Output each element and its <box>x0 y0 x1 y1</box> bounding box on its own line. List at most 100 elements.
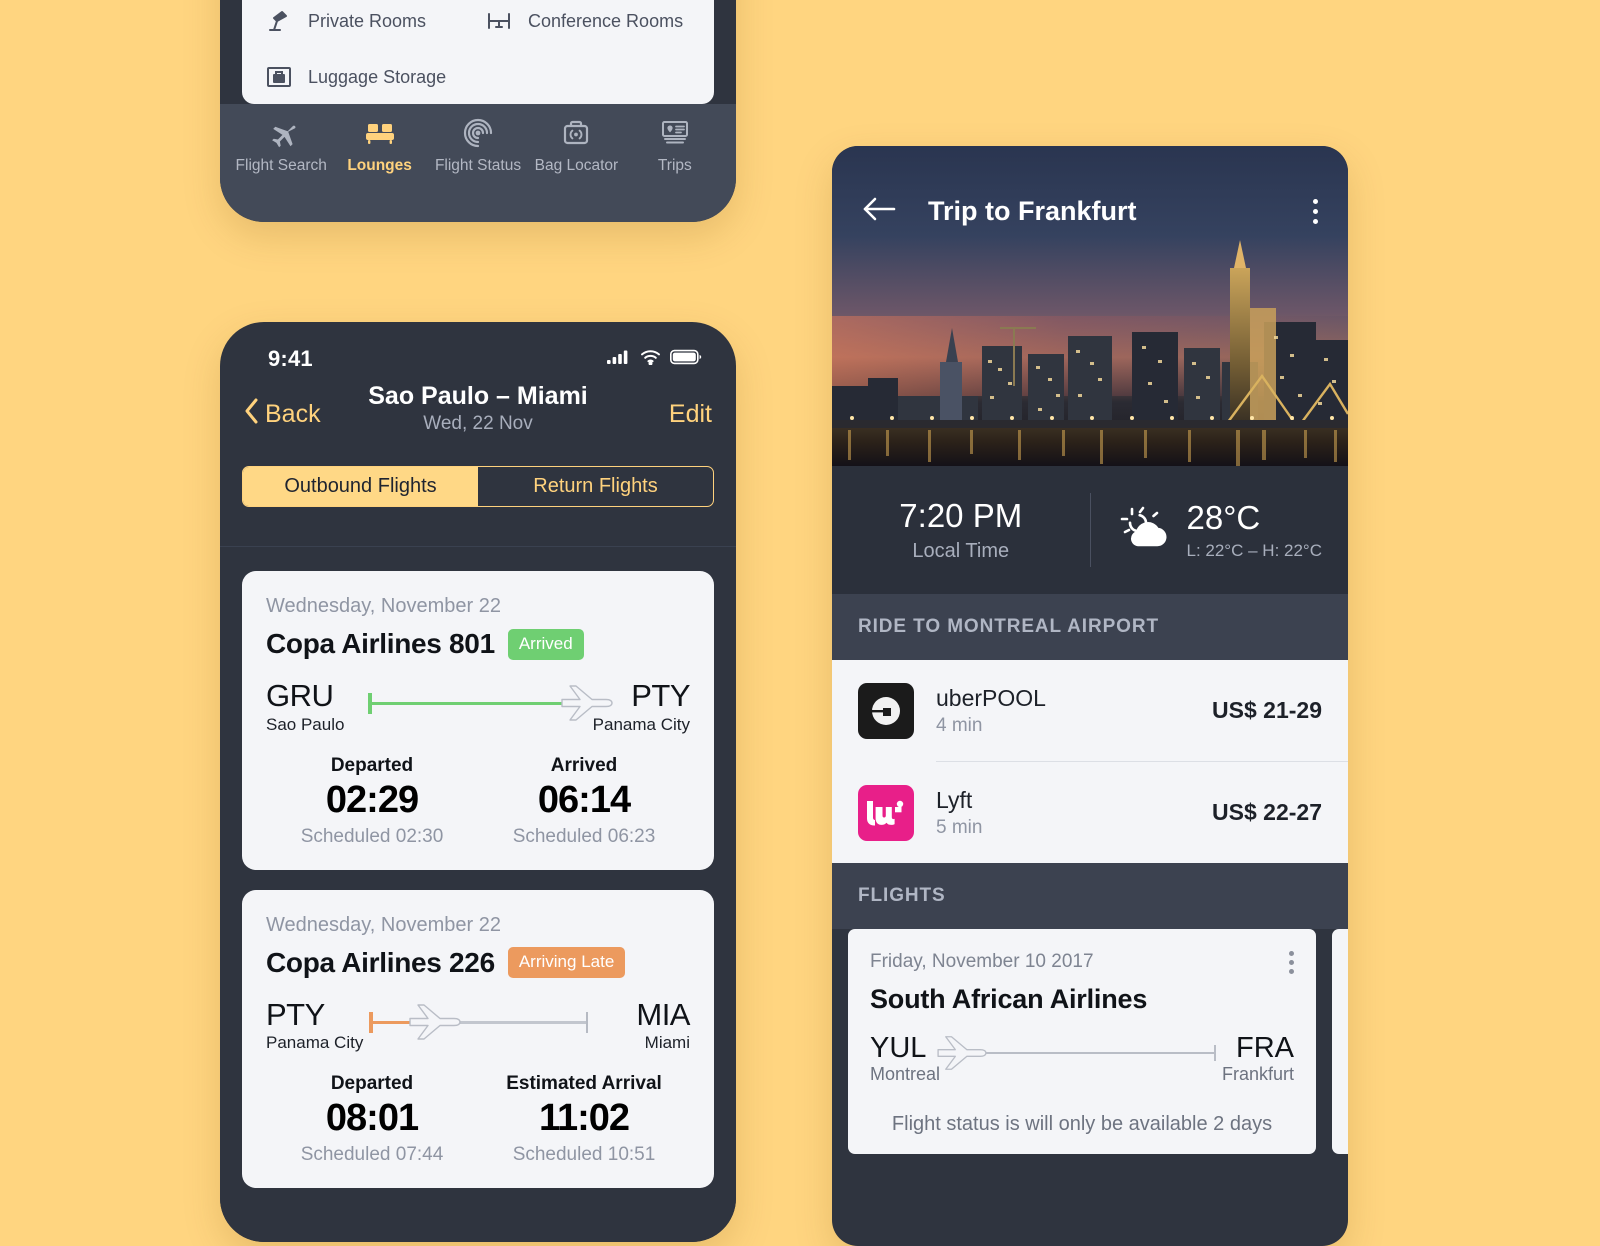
amenity-luggage-storage[interactable]: Luggage Storage <box>264 62 484 92</box>
arrival-time: 06:14 <box>537 778 631 821</box>
origin-code: YUL <box>870 1032 927 1064</box>
arrival-block: Arrived 06:14 Scheduled 06:23 <box>478 755 690 848</box>
trip-flight-card-carousel[interactable]: Friday, November 10 2017 South African A… <box>832 929 1348 1155</box>
plane-position-icon <box>408 999 462 1050</box>
amenity-conference-rooms[interactable]: Conference Rooms <box>484 6 704 36</box>
back-button[interactable]: Back <box>244 398 321 431</box>
tab-flight-search[interactable]: Flight Search <box>232 116 330 222</box>
route-progress-fill <box>368 702 587 705</box>
tab-label: Lounges <box>347 157 412 174</box>
segment-return-flights[interactable]: Return Flights <box>478 467 713 506</box>
trip-route-track <box>937 1033 1216 1073</box>
back-button-label: Back <box>265 399 321 428</box>
tab-flight-status[interactable]: Flight Status <box>429 116 527 222</box>
flight-number: Copa Airlines 801 <box>266 628 495 659</box>
status-bar-time: 9:41 <box>268 346 313 371</box>
destination-tick <box>1213 1045 1216 1061</box>
local-time-block: 7:20 PM Local Time <box>832 497 1090 563</box>
amenity-label: Luggage Storage <box>308 66 447 87</box>
ride-option-uberpool[interactable]: uberPOOL 4 min US$ 21-29 <box>832 660 1348 761</box>
temperature-value: 28°C <box>1186 499 1261 536</box>
weather-block: 28°C L: 22°C – H: 22°C <box>1091 499 1349 561</box>
trip-flight-card[interactable]: Friday, November 10 2017 South African A… <box>848 929 1316 1155</box>
departure-label: Departed <box>330 1073 414 1095</box>
weather-readout: 28°C L: 22°C – H: 22°C <box>1187 499 1323 561</box>
edit-button[interactable]: Edit <box>669 400 712 429</box>
destination-tick <box>586 1011 588 1033</box>
ride-options-list: uberPOOL 4 min US$ 21-29 Lyft 5 min US$ … <box>832 660 1348 863</box>
origin-code: PTY <box>266 996 325 1032</box>
departure-block: Departed 02:29 Scheduled 02:30 <box>266 755 478 848</box>
flight-status-note: Flight status is will only be available … <box>891 1113 1273 1136</box>
temperature-high-low: L: 22°C – H: 22°C <box>1186 541 1323 560</box>
arrival-label: Arrived <box>550 754 618 776</box>
arrival-scheduled: Scheduled 06:23 <box>512 825 656 847</box>
departure-block: Departed 08:01 Scheduled 07:44 <box>266 1073 478 1166</box>
lyft-logo-icon <box>858 784 914 841</box>
tab-label: Trips <box>657 157 692 174</box>
destination-code: FRA <box>1236 1032 1294 1064</box>
arrow-left-icon[interactable] <box>862 196 896 227</box>
desk-lamp-icon <box>264 6 294 36</box>
flight-times: Departed 08:01 Scheduled 07:44 Estimated… <box>266 1073 690 1166</box>
flight-card[interactable]: Wednesday, November 22 Copa Airlines 226… <box>242 889 714 1189</box>
flight-card-header: Copa Airlines 801 Arrived <box>266 628 690 660</box>
tab-label: Flight Status <box>434 157 522 174</box>
arrival-scheduled: Scheduled 10:51 <box>512 1144 656 1166</box>
origin-tick <box>369 1011 374 1033</box>
navigation-bar: Back Sao Paulo – Miami Wed, 22 Nov Edit <box>220 380 736 448</box>
route-origin: GRU Sao Paulo <box>266 678 362 735</box>
amenity-private-rooms[interactable]: Private Rooms <box>264 6 484 36</box>
flight-card-list[interactable]: Wednesday, November 22 Copa Airlines 801… <box>220 546 736 1242</box>
ride-section-header: RIDE TO MONTREAL AIRPORT <box>832 594 1348 660</box>
arrival-block: Estimated Arrival 11:02 Scheduled 10:51 <box>478 1073 690 1166</box>
kebab-menu-icon[interactable] <box>1289 951 1294 974</box>
uber-logo-icon <box>858 682 914 739</box>
flight-card-date: Wednesday, November 22 <box>266 913 501 936</box>
ride-option-lyft[interactable]: Lyft 5 min US$ 22-27 <box>832 762 1348 863</box>
luggage-icon <box>264 62 294 92</box>
origin-tick <box>368 693 372 714</box>
local-time-label: Local Time <box>912 540 1010 562</box>
flight-card[interactable]: Wednesday, November 22 Copa Airlines 801… <box>242 571 714 870</box>
lounges-phone: Private Rooms Conference Rooms Luggage S… <box>220 0 736 222</box>
trip-conditions-strip: 7:20 PM Local Time 28°C L: 22°C – H: 22°… <box>832 466 1348 594</box>
flight-times: Departed 02:29 Scheduled 02:30 Arrived 0… <box>266 755 690 848</box>
lounge-amenities-card: Private Rooms Conference Rooms Luggage S… <box>242 0 714 104</box>
origin-code: GRU <box>266 678 334 713</box>
ride-price: US$ 21-29 <box>1212 697 1322 723</box>
sun-behind-cloud-icon <box>1117 502 1175 559</box>
status-bar: 9:41 <box>220 322 736 380</box>
kebab-menu-icon[interactable] <box>1313 198 1318 224</box>
amenity-label: Private Rooms <box>308 10 427 31</box>
trip-flight-card-next-peek[interactable] <box>1332 929 1348 1155</box>
ride-provider-name: uberPOOL <box>936 684 1046 711</box>
flight-number: Copa Airlines 226 <box>266 946 495 978</box>
amenity-label: Conference Rooms <box>528 10 684 31</box>
trip-detail-phone: Trip to Frankfurt 7:20 PM Local Time 28°… <box>832 146 1348 1246</box>
tab-bag-locator[interactable]: Bag Locator <box>527 116 625 222</box>
origin-city: Panama City <box>266 1033 364 1053</box>
flight-card-header: Copa Airlines 226 Arriving Late <box>266 947 690 979</box>
tab-lounges[interactable]: Lounges <box>330 116 428 222</box>
hero-app-bar: Trip to Frankfurt <box>832 146 1348 276</box>
trip-flight-airline: South African Airlines <box>870 984 1148 1014</box>
departure-scheduled: Scheduled 02:30 <box>300 825 444 847</box>
origin-city: Montreal <box>870 1064 941 1085</box>
destination-code: MIA <box>636 996 690 1032</box>
flight-card-date: Wednesday, November 22 <box>266 595 501 617</box>
route-origin: PTY Panama City <box>266 996 364 1054</box>
segment-outbound-flights[interactable]: Outbound Flights <box>243 467 478 506</box>
departure-time: 02:29 <box>325 778 419 821</box>
pin-card-icon <box>659 116 691 150</box>
route-progress-track <box>368 680 613 726</box>
origin-city: Sao Paulo <box>266 714 345 734</box>
route-destination: MIA Miami <box>594 996 690 1054</box>
ride-eta: 5 min <box>936 816 983 838</box>
arrival-time: 11:02 <box>538 1097 630 1140</box>
local-time-value: 7:20 PM <box>899 497 1023 534</box>
status-badge: Arriving Late <box>507 947 626 979</box>
bottom-tab-bar: Flight Search Lounges Flight Status Bag … <box>220 104 736 222</box>
tab-trips[interactable]: Trips <box>626 116 724 222</box>
trip-flight-route: YUL Montreal FRA Frankfurt <box>870 1033 1294 1085</box>
